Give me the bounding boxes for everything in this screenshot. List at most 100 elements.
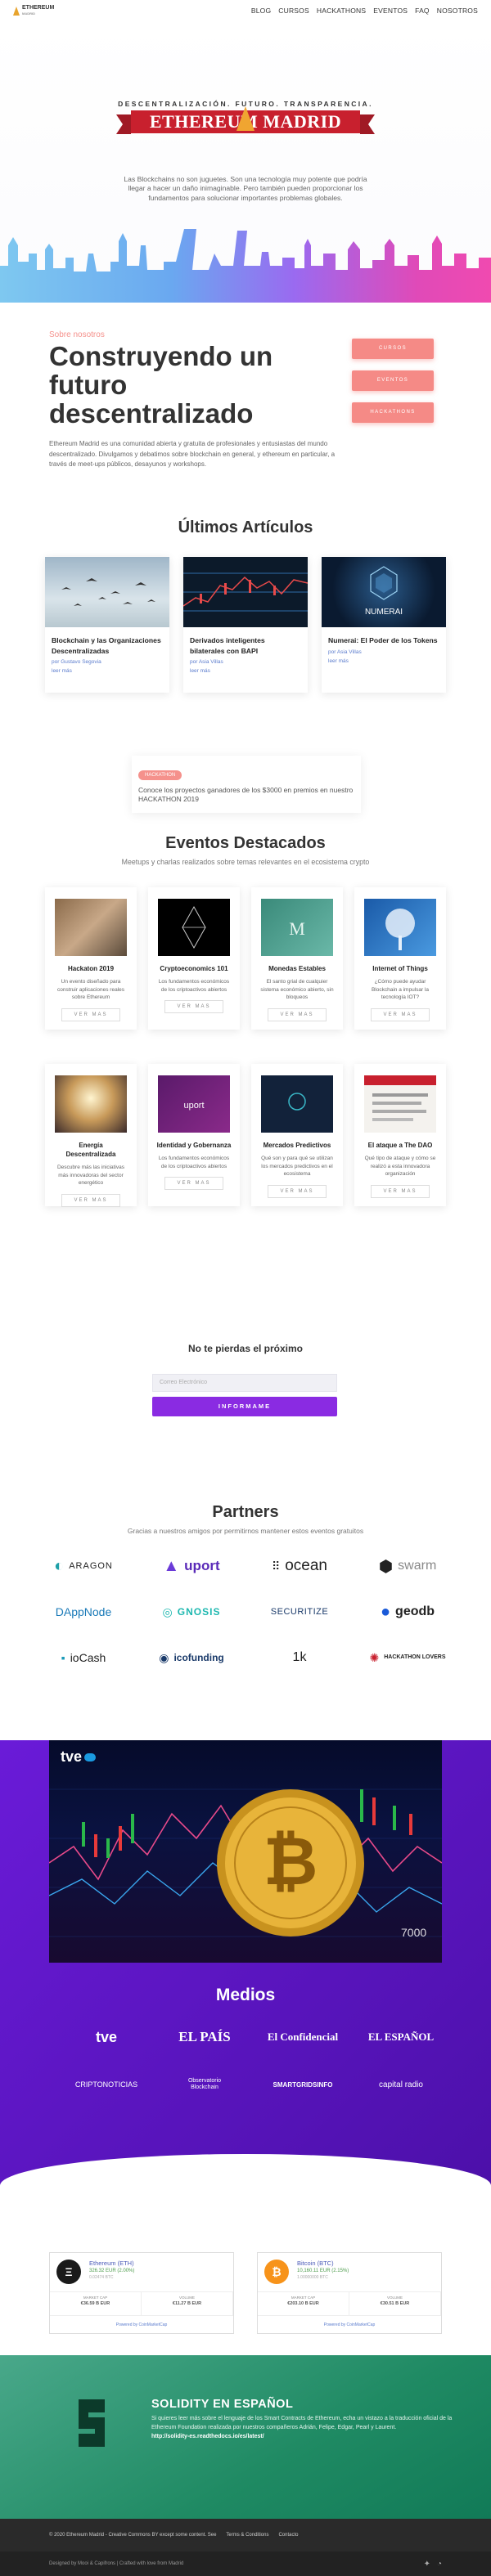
event-description: Un evento diseñado para construir aplica… [56, 979, 124, 1000]
partner-swarm[interactable]: ⬢ swarm [362, 1551, 453, 1581]
event-description: Qué son y para qué se utilizan los merca… [261, 1156, 333, 1177]
partner-dappnode[interactable]: DAppNode [38, 1597, 129, 1627]
ticker-credit[interactable]: Powered by CoinMarketCap [50, 2315, 233, 2333]
article-author[interactable]: por Gustavo Segovia [52, 659, 163, 665]
bitcoin-news-image[interactable]: ₿ 7000 tve [49, 1740, 442, 1963]
nav-nosotros[interactable]: NOSOTROS [437, 7, 478, 15]
ver-mas-button[interactable]: VER MAS [268, 1008, 327, 1021]
read-more-link[interactable]: leer más [52, 668, 163, 674]
eth-ticker-widget[interactable]: Ξ Ethereum (ETH) 326.32 EUR (2.00%) 0.02… [49, 2252, 234, 2334]
svg-text:M: M [289, 918, 305, 939]
event-card[interactable]: M Monedas Estables El santo grial de cua… [251, 887, 343, 1030]
top-navbar: ETHEREUM MADRID BLOG CURSOS HACKATHONS EV… [0, 0, 491, 21]
solidity-title: SOLIDITY EN ESPAÑOL [151, 2398, 294, 2411]
event-description: Los fundamentos económicos de los cripto… [158, 1156, 230, 1169]
event-title: Energía Descentralizada [65, 1142, 116, 1158]
article-card[interactable]: Blockchain y las Organizaciones Descentr… [45, 557, 169, 693]
media-el-confidencial[interactable]: El Confidencial [254, 2028, 352, 2046]
ticker-credit[interactable]: Powered by CoinMarketCap [258, 2315, 441, 2333]
ver-mas-button[interactable]: VER MAS [61, 1008, 120, 1021]
partner-geodb[interactable]: ● geodb [362, 1597, 453, 1627]
articles-list: Blockchain y las Organizaciones Descentr… [0, 557, 491, 693]
about-section: Sobre nosotros Construyendo un futuro de… [0, 303, 491, 500]
articles-section: Últimos Artículos Blockchain y las Organ… [0, 500, 491, 721]
partner-gnosis[interactable]: ◎ GNOSIS [146, 1597, 237, 1627]
coin-name[interactable]: Bitcoin (BTC) [297, 2260, 349, 2267]
events-subtitle: Meetups y charlas realizados sobre temas… [121, 858, 370, 866]
ver-mas-button[interactable]: VER MAS [164, 1000, 223, 1013]
logo-title: ETHEREUM [22, 5, 55, 11]
media-section-curve [0, 2154, 491, 2249]
coin-price: 10,160.11 EUR (2.15%) [297, 2269, 349, 2273]
ver-mas-button[interactable]: VER MAS [268, 1184, 327, 1198]
partner-ocean[interactable]: ⠿ ocean [254, 1551, 345, 1581]
cursos-button[interactable]: CURSOS [352, 339, 434, 359]
market-cap: €36.59 B EUR [80, 2301, 110, 2306]
partner-aragon[interactable]: ◐ ARAGON [38, 1551, 129, 1581]
partner-uport[interactable]: ▲ uport [146, 1551, 237, 1581]
event-card[interactable]: Mercados Predictivos Qué son y para qué … [251, 1064, 343, 1206]
madrid-skyline-illustration [0, 229, 491, 303]
hackathons-button[interactable]: HACKATHONS [352, 402, 434, 423]
media-section: ₿ 7000 tve Medios tve EL PAÍS El Confide… [0, 1740, 491, 2249]
article-author[interactable]: por Asia Villas [328, 649, 439, 655]
rss-icon[interactable]: ◔ [437, 2560, 442, 2569]
event-description: El santo grial de cualquier sistema econ… [260, 979, 334, 1000]
partner-hackathon-lovers[interactable]: ✺ HACKATHON LOVERS [362, 1643, 453, 1672]
ver-mas-button[interactable]: VER MAS [61, 1193, 120, 1207]
media-criptonoticias[interactable]: CRIPTONOTICIAS [57, 2076, 155, 2094]
partners-subtitle: Gracias a nuestros amigos por permitirno… [127, 1527, 364, 1535]
event-card[interactable]: uport Identidad y Gobernanza Los fundame… [148, 1064, 240, 1206]
article-card[interactable]: Derivados inteligentes bilaterales con B… [183, 557, 308, 693]
read-more-link[interactable]: leer más [328, 658, 439, 664]
partner-1k[interactable]: 1k [254, 1643, 345, 1672]
twitter-icon[interactable]: ✦ [424, 2560, 430, 2569]
media-tve[interactable]: tve [57, 2028, 155, 2046]
email-field[interactable]: Correo Electrónico [152, 1374, 337, 1392]
media-observatorio-blockchain[interactable]: Observatorio Blockchain [155, 2076, 254, 2094]
media-logos: tve EL PAÍS El Confidencial EL ESPAÑOL C… [57, 2028, 450, 2094]
nav-eventos[interactable]: EVENTOS [373, 7, 408, 15]
hackathon-photo [55, 899, 127, 956]
event-card[interactable]: Hackaton 2019 Un evento diseñado para co… [45, 887, 137, 1030]
partner-icofunding[interactable]: ◉ icofunding [146, 1643, 237, 1672]
media-el-espanol[interactable]: EL ESPAÑOL [352, 2028, 450, 2046]
nav-cursos[interactable]: CURSOS [278, 7, 309, 15]
partner-iocash[interactable]: ▪ ioCash [38, 1643, 129, 1672]
ver-mas-button[interactable]: VER MAS [371, 1008, 430, 1021]
logo[interactable]: ETHEREUM MADRID [13, 5, 54, 16]
coin-name[interactable]: Ethereum (ETH) [89, 2260, 134, 2267]
article-title: Numerai: El Poder de los Tokens [328, 636, 438, 644]
ver-mas-button[interactable]: VER MAS [164, 1177, 223, 1190]
nav-hackathons[interactable]: HACKATHONS [317, 7, 366, 15]
read-more-link[interactable]: leer más [190, 668, 301, 674]
btc-ticker-widget[interactable]: ₿ Bitcoin (BTC) 10,160.11 EUR (2.15%) 1.… [257, 2252, 442, 2334]
eventos-button[interactable]: EVENTOS [352, 370, 434, 391]
ver-mas-button[interactable]: VER MAS [371, 1184, 430, 1198]
solidity-link[interactable]: http://solidity-es.readthedocs.io/es/lat… [151, 2434, 264, 2439]
media-capital-radio[interactable]: capital radio [352, 2076, 450, 2094]
geodb-icon: ● [380, 1602, 391, 1621]
event-card[interactable]: El ataque a The DAO Qué tipo de ataque y… [354, 1064, 446, 1206]
article-author[interactable]: por Asia Villas [190, 659, 301, 665]
footer-contact-link[interactable]: Contacto [278, 2533, 298, 2538]
footer-terms-link[interactable]: Terms & Conditions [226, 2533, 268, 2538]
media-smartgridsinfo[interactable]: SMARTGRIDSINFO [254, 2076, 352, 2094]
hero-description: Las Blockchains no son juguetes. Son una… [124, 175, 367, 202]
events-grid: Hackaton 2019 Un evento diseñado para co… [0, 887, 491, 1207]
event-card[interactable]: Internet of Things ¿Cómo puede ayudar Bl… [354, 887, 446, 1030]
svg-text:7000: 7000 [401, 1926, 426, 1939]
nav-faq[interactable]: FAQ [415, 7, 430, 15]
gnosis-image [261, 1075, 333, 1133]
newsletter-section: No te pierdas el próximo Correo Electrón… [0, 1325, 491, 1465]
nav-blog[interactable]: BLOG [251, 7, 271, 15]
iot-tree-image [364, 899, 436, 956]
event-card[interactable]: Cryptoeconomics 101 Los fundamentos econ… [148, 887, 240, 1030]
subscribe-button[interactable]: INFORMAME [152, 1397, 337, 1416]
article-card[interactable]: NUMERAI Numerai: El Poder de los Tokens … [322, 557, 446, 693]
event-card[interactable]: Energía Descentralizada Descubre más las… [45, 1064, 137, 1207]
partner-securitize[interactable]: SECURITIZE [254, 1597, 345, 1627]
announcement-card[interactable]: HACKATHON Conoce los proyectos ganadores… [132, 756, 361, 813]
tve-badge: tve [61, 1748, 97, 1766]
media-el-pais[interactable]: EL PAÍS [155, 2028, 254, 2046]
